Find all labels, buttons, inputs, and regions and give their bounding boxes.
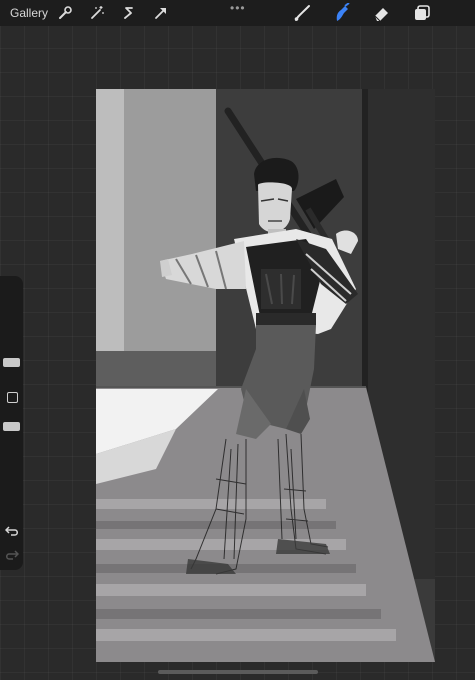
- redo-icon[interactable]: [5, 548, 19, 562]
- gallery-button[interactable]: Gallery: [10, 6, 48, 20]
- eraser-icon[interactable]: [372, 3, 392, 23]
- layers-icon[interactable]: [412, 3, 432, 23]
- more-options-button[interactable]: •••: [230, 1, 246, 15]
- transform-arrow-icon[interactable]: [152, 4, 170, 22]
- brush-sidebar: [0, 276, 23, 570]
- drawing-canvas[interactable]: [96, 89, 435, 662]
- top-toolbar: Gallery •••: [0, 0, 475, 26]
- artwork: [96, 89, 435, 662]
- brush-size-slider-thumb[interactable]: [3, 358, 20, 367]
- wrench-icon[interactable]: [56, 4, 74, 22]
- modify-square-button[interactable]: [7, 392, 18, 403]
- smudge-icon[interactable]: [332, 3, 352, 23]
- brush-opacity-slider-thumb[interactable]: [3, 422, 20, 431]
- selection-s-icon[interactable]: [120, 4, 138, 22]
- brush-icon[interactable]: [292, 3, 312, 23]
- brush-size-slider[interactable]: [0, 282, 23, 382]
- home-indicator: [158, 670, 318, 674]
- brush-opacity-slider[interactable]: [0, 408, 23, 508]
- undo-icon[interactable]: [5, 524, 19, 538]
- magic-wand-icon[interactable]: [88, 4, 106, 22]
